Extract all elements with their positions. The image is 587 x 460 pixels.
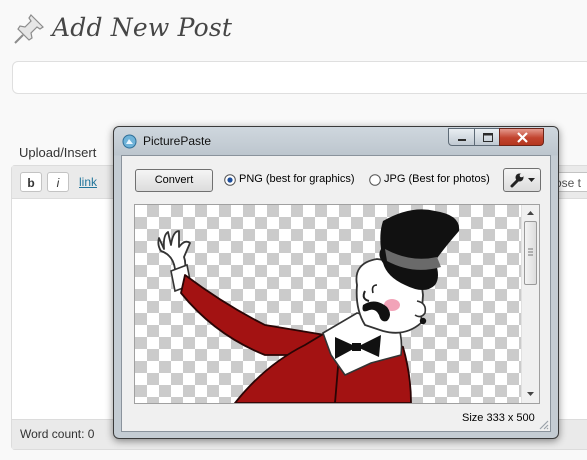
pushpin-icon — [14, 14, 44, 44]
window-title: PicturePaste — [143, 134, 212, 148]
pasted-image — [157, 209, 460, 403]
scroll-thumb[interactable] — [524, 221, 537, 285]
close-button[interactable] — [499, 128, 544, 146]
link-button[interactable]: link — [75, 172, 101, 192]
resize-grip-icon[interactable] — [537, 418, 549, 430]
close-icon — [517, 132, 528, 143]
italic-button[interactable]: i — [47, 172, 69, 192]
scroll-grip-icon — [528, 248, 533, 256]
tools-menu-button[interactable] — [503, 168, 541, 192]
picturepaste-window: PicturePaste Convert PNG (best for graph… — [113, 126, 559, 439]
maximize-button[interactable] — [474, 128, 500, 146]
convert-button[interactable]: Convert — [135, 169, 213, 192]
image-preview[interactable] — [134, 204, 540, 404]
window-client-area: Convert PNG (best for graphics) JPG (Bes… — [121, 155, 551, 432]
word-count: Word count: 0 — [20, 427, 95, 441]
wrench-icon — [510, 173, 535, 188]
page-title: Add New Post — [52, 13, 233, 42]
jpg-radio[interactable] — [369, 174, 381, 186]
upload-insert-label: Upload/Insert — [19, 145, 97, 160]
maximize-icon — [483, 133, 493, 142]
scroll-down-icon[interactable] — [522, 388, 539, 400]
jpg-option-label[interactable]: JPG (Best for photos) — [384, 173, 490, 185]
dropdown-arrow-icon — [528, 178, 535, 182]
picturepaste-app-icon — [122, 134, 137, 149]
minimize-button[interactable] — [448, 128, 475, 146]
image-size-label: Size 333 x 500 — [462, 412, 535, 424]
preview-scrollbar[interactable] — [521, 205, 539, 403]
bold-button[interactable]: b — [20, 172, 42, 192]
png-option-label[interactable]: PNG (best for graphics) — [239, 173, 355, 185]
post-title-input[interactable] — [12, 61, 587, 94]
scroll-up-icon[interactable] — [522, 207, 539, 219]
minimize-icon — [458, 139, 466, 141]
png-radio[interactable] — [224, 174, 236, 186]
